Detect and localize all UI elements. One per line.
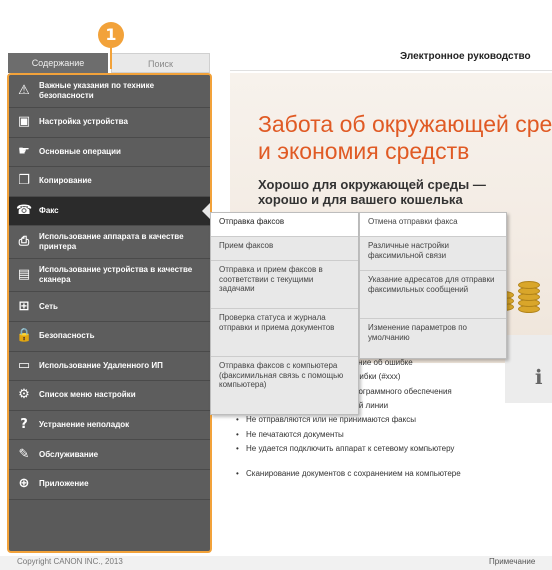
sidebar-item-label: Список меню настройки [39,390,136,400]
active-pointer-icon [202,203,210,220]
list-item[interactable]: Не отправляются или не принимаются факсы [236,415,416,425]
banner-title-line2: и экономия средств [258,138,470,164]
setup-icon: ▣ [17,114,31,130]
sidebar-item-basic-operations[interactable]: ☛ Основные операции [9,137,210,168]
hand-icon: ☛ [18,143,30,159]
sidebar-item-label: Использование устройства в качестве скан… [39,265,193,285]
submenu-item-send-fax[interactable]: Отправка факсов [211,213,358,237]
banner-title: Забота об окружающей сре и экономия сред… [258,111,552,165]
submenu-item-cancel-fax[interactable]: Отмена отправки факса [360,213,506,237]
banner-sub-line1: Хорошо для окружающей среды — [258,177,486,192]
sidebar-item-label: Копирование [39,176,92,186]
copyright-text: Copyright CANON INC., 2013 [17,557,123,566]
sidebar-item-network[interactable]: ⊞ Сеть [9,292,210,322]
sidebar-item-label: Использование Удаленного ИП [39,360,163,370]
sidebar-item-label: Обслуживание [39,449,99,459]
sidebar-item-label: Основные операции [39,146,121,156]
sidebar-item-security[interactable]: 🔒 Безопасность [9,321,210,352]
sidebar-item-label: Факс [39,206,59,216]
list-fragment[interactable]: рограммного обеспечения [354,387,452,397]
sidebar-item-remote-ui[interactable]: ▭ Использование Удаленного ИП [9,351,210,382]
gear-icon: ⚙ [18,387,30,403]
coin [518,281,540,289]
callout-badge: 1 [98,22,124,48]
list-item[interactable]: Не удается подключить аппарат к сетевому… [236,444,486,454]
banner-subtitle: Хорошо для окружающей среды — хорошо и д… [258,177,486,207]
send-fax-submenu: Отмена отправки факса Различные настройк… [359,212,507,359]
network-icon: ⊞ [18,298,30,314]
plus-icon: ⊕ [18,476,30,492]
page-title: Электронное руководство [400,51,531,62]
sidebar-item-printer[interactable]: ⎙ Использование аппарата в качестве прин… [9,226,210,260]
banner-sub-line2: хорошо и для вашего кошелька [258,192,463,207]
warning-icon: ⚠ [18,83,30,98]
tab-bar: Содержание Поиск [8,53,210,73]
submenu-item-status-log[interactable]: Проверка статуса и журнала отправки и пр… [211,309,358,357]
sidebar-item-safety[interactable]: ⚠ Важные указания по технике безопасност… [9,75,210,108]
notes-link[interactable]: Примечание [489,557,535,566]
list-item[interactable]: Не печатаются документы [236,430,344,440]
submenu-item-specify-destinations[interactable]: Указание адресатов для отправки факсимил… [360,271,506,319]
sidebar-item-scanner[interactable]: ▤ Использование устройства в качестве ск… [9,259,210,293]
header-divider [230,70,552,71]
copy-icon: ❐ [18,173,30,189]
submenu-item-fax-settings[interactable]: Различные настройки факсимильной связи [360,237,506,271]
question-icon: ? [20,417,28,433]
sidebar-item-label: Использование аппарата в качестве принте… [39,232,184,252]
sidebar-item-settings-menu[interactable]: ⚙ Список меню настройки [9,381,210,411]
scanner-icon: ▤ [17,267,31,283]
remote-ui-icon: ▭ [17,357,31,373]
info-icon: ℹ [535,367,543,389]
fax-submenu: Отправка факсов Прием факсов Отправка и … [210,212,359,415]
sidebar-item-appendix[interactable]: ⊕ Приложение [9,469,210,500]
callout-line [110,47,112,69]
sidebar-nav: ⚠ Важные указания по технике безопасност… [7,73,212,553]
sidebar-item-label: Сеть [39,301,58,311]
sidebar-item-label: Устранение неполадок [39,420,130,430]
sidebar-item-setup[interactable]: ▣ Настройка устройства [9,108,210,138]
sidebar-item-label: Настройка устройства [39,117,128,127]
sidebar-item-label: Безопасность [39,331,95,341]
submenu-item-change-defaults[interactable]: Изменение параметров по умолчанию [360,319,506,359]
list-fragment[interactable]: шибки (#xxx) [353,372,400,382]
tab-contents[interactable]: Содержание [8,53,108,73]
sidebar-item-copying[interactable]: ❐ Копирование [9,167,210,197]
tab-search[interactable]: Поиск [111,53,210,73]
submenu-item-receive-fax[interactable]: Прием факсов [211,237,358,261]
fax-icon: ☎ [16,203,33,219]
sidebar-item-label: Приложение [39,479,89,489]
info-card[interactable]: ℹ [505,335,552,403]
printer-icon: ⎙ [18,234,30,250]
sidebar-item-troubleshooting[interactable]: ? Устранение неполадок [9,410,210,441]
footer: Copyright CANON INC., 2013 Примечание [0,556,552,570]
banner-title-line1: Забота об окружающей сре [258,111,552,137]
sidebar-item-label: Важные указания по технике безопасности [39,81,155,100]
submenu-item-pc-fax[interactable]: Отправка факсов с компьютера (факсимильн… [211,357,358,415]
list-item[interactable]: Сканирование документов с сохранением на… [236,469,486,479]
lock-icon: 🔒 [16,328,33,344]
sidebar-item-fax[interactable]: ☎ Факс [9,196,210,227]
wrench-icon: ✎ [18,446,30,462]
submenu-item-send-receive-tasks[interactable]: Отправка и прием факсов в соответствии с… [211,261,358,309]
sidebar-item-maintenance[interactable]: ✎ Обслуживание [9,440,210,470]
